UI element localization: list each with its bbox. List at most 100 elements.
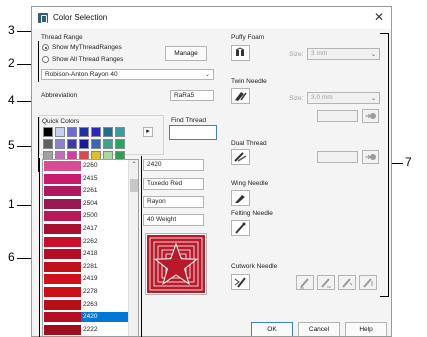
dual-thread-button[interactable] bbox=[231, 149, 250, 165]
quick-color-swatch[interactable] bbox=[67, 127, 77, 137]
thread-code-field: 2420 bbox=[143, 159, 204, 171]
thread-preview bbox=[145, 233, 207, 295]
thread-weight-field: 40 Weight bbox=[143, 214, 204, 226]
ok-button[interactable]: OK bbox=[251, 322, 293, 336]
thread-list-item[interactable]: 2278 bbox=[44, 287, 128, 297]
twin-color-picker-button[interactable] bbox=[362, 109, 379, 123]
callout-2: 2 bbox=[8, 56, 15, 70]
needle-angle-icon bbox=[342, 278, 353, 288]
find-thread-input[interactable] bbox=[169, 125, 217, 140]
thread-list-item[interactable]: 2262 bbox=[44, 236, 128, 247]
quick-color-swatch[interactable] bbox=[43, 127, 53, 137]
show-all-ranges-label[interactable]: Show All Thread Ranges bbox=[52, 56, 123, 63]
thread-code-label: 2260 bbox=[83, 162, 98, 169]
star-preview-image bbox=[147, 235, 205, 293]
thread-color-chip bbox=[44, 299, 81, 310]
twin-size-combo: 3.0 mm ⌄ bbox=[307, 92, 380, 104]
quick-color-swatch[interactable] bbox=[103, 127, 113, 137]
thread-color-chip bbox=[44, 324, 81, 335]
quick-color-swatch[interactable] bbox=[103, 139, 113, 149]
twin-needle-button[interactable] bbox=[231, 88, 250, 104]
thread-range-combo[interactable]: Robison-Anton Rayon 40 ⌄ bbox=[41, 69, 214, 80]
scroll-up-icon[interactable]: ⌃ bbox=[129, 161, 138, 168]
thread-code-label: 2420 bbox=[83, 313, 98, 321]
quick-color-swatch[interactable] bbox=[55, 139, 65, 149]
dual-thread-title: Dual Thread bbox=[231, 140, 267, 147]
thread-material-field: Rayon bbox=[143, 196, 204, 208]
thread-list-item[interactable]: 2260 bbox=[44, 161, 128, 171]
thread-list-item[interactable]: 2281 bbox=[44, 261, 128, 272]
thread-list-item[interactable]: 2222 bbox=[44, 324, 128, 335]
callout-7-bracket-bottom bbox=[380, 296, 389, 297]
callout-5: 5 bbox=[8, 138, 15, 152]
thread-code-label: 2263 bbox=[83, 300, 98, 308]
thread-list-item[interactable]: 2500 bbox=[44, 211, 128, 222]
thread-code-label: 2419 bbox=[83, 275, 98, 283]
twin-needle-title: Twin Needle bbox=[231, 78, 267, 85]
cancel-button[interactable]: Cancel bbox=[298, 322, 340, 336]
thread-code-label: 2262 bbox=[83, 237, 98, 245]
help-button[interactable]: Help bbox=[345, 322, 387, 336]
scroll-thumb[interactable] bbox=[130, 179, 138, 192]
quick-color-swatch[interactable] bbox=[91, 127, 101, 137]
quick-color-swatch[interactable] bbox=[67, 139, 77, 149]
thread-list-item[interactable]: 2415 bbox=[44, 173, 128, 184]
callout-5-bracket bbox=[38, 117, 39, 172]
dual-color-picker-button[interactable] bbox=[362, 150, 379, 164]
cutwork-needle-icon bbox=[234, 277, 246, 288]
thread-code-label: 2278 bbox=[83, 288, 98, 295]
thread-list-item[interactable]: 2417 bbox=[44, 224, 128, 234]
show-my-ranges-radio[interactable] bbox=[42, 44, 49, 51]
thread-list-item[interactable]: 2420 bbox=[44, 312, 128, 323]
thread-list-item[interactable]: 2504 bbox=[44, 198, 128, 209]
cutwork-angle-2-button[interactable] bbox=[317, 275, 335, 290]
close-button[interactable]: ✕ bbox=[371, 9, 387, 25]
cutwork-angle-4-button[interactable] bbox=[359, 275, 377, 290]
quick-color-swatch[interactable] bbox=[115, 127, 125, 137]
wing-needle-button[interactable] bbox=[231, 190, 250, 206]
thread-list-item[interactable]: 2263 bbox=[44, 299, 128, 310]
twin-size-value: 3.0 mm bbox=[311, 94, 333, 101]
cutwork-angle-1-button[interactable] bbox=[296, 275, 314, 290]
find-thread-label: Find Thread bbox=[171, 117, 206, 124]
thread-range-label: Thread Range bbox=[41, 34, 83, 41]
cutwork-needle-button[interactable] bbox=[231, 274, 250, 290]
thread-code-label: 2418 bbox=[83, 250, 98, 258]
dual-thread-icon bbox=[234, 152, 247, 162]
thread-list-item[interactable]: 2419 bbox=[44, 274, 128, 285]
color-picker-icon bbox=[365, 113, 376, 119]
thread-list-item[interactable]: 2261 bbox=[44, 186, 128, 197]
quick-color-swatch[interactable] bbox=[115, 139, 125, 149]
quick-color-swatch[interactable] bbox=[79, 139, 89, 149]
callout-6: 6 bbox=[8, 250, 15, 264]
thread-range-value: Robison-Anton Rayon 40 bbox=[45, 71, 118, 78]
needle-angle-icon bbox=[363, 278, 373, 288]
quick-color-swatch[interactable] bbox=[79, 127, 89, 137]
callout-7: 7 bbox=[405, 155, 412, 169]
thread-list-item[interactable]: 2418 bbox=[44, 249, 128, 260]
cutwork-angle-3-button[interactable] bbox=[338, 275, 356, 290]
callout-7-bracket-vertical bbox=[388, 33, 389, 296]
puffy-foam-button[interactable] bbox=[231, 45, 250, 61]
quick-color-swatch[interactable] bbox=[43, 139, 53, 149]
chevron-down-icon: ⌄ bbox=[204, 72, 210, 78]
quick-color-swatch[interactable] bbox=[55, 127, 65, 137]
twin-needle-icon bbox=[235, 92, 247, 101]
callout-4: 4 bbox=[8, 93, 15, 107]
cutwork-needle-title: Cutwork Needle bbox=[231, 263, 278, 270]
thread-code-label: 2417 bbox=[83, 225, 98, 232]
thread-list-scrollbar[interactable]: ⌃ bbox=[128, 160, 138, 336]
quick-colors-next-button[interactable]: ▸ bbox=[143, 127, 153, 137]
needle-angle-icon bbox=[300, 278, 309, 289]
manage-button[interactable]: Manage bbox=[165, 46, 207, 61]
show-my-ranges-label[interactable]: Show MyThreadRanges bbox=[52, 44, 122, 51]
quick-color-swatch[interactable] bbox=[91, 139, 101, 149]
abbreviation-field[interactable]: RaRa5 bbox=[170, 90, 214, 101]
thread-color-chip bbox=[44, 312, 81, 323]
callout-6-bracket bbox=[141, 156, 142, 337]
show-all-ranges-radio[interactable] bbox=[42, 56, 49, 63]
chevron-down-icon: ⌄ bbox=[370, 52, 376, 58]
felting-needle-button[interactable] bbox=[231, 220, 250, 236]
dialog-title: Color Selection bbox=[53, 13, 108, 22]
thread-list[interactable]: 2260 2415 2261 2504 2500 2417 2262 2418 2281 2419… bbox=[42, 159, 139, 336]
